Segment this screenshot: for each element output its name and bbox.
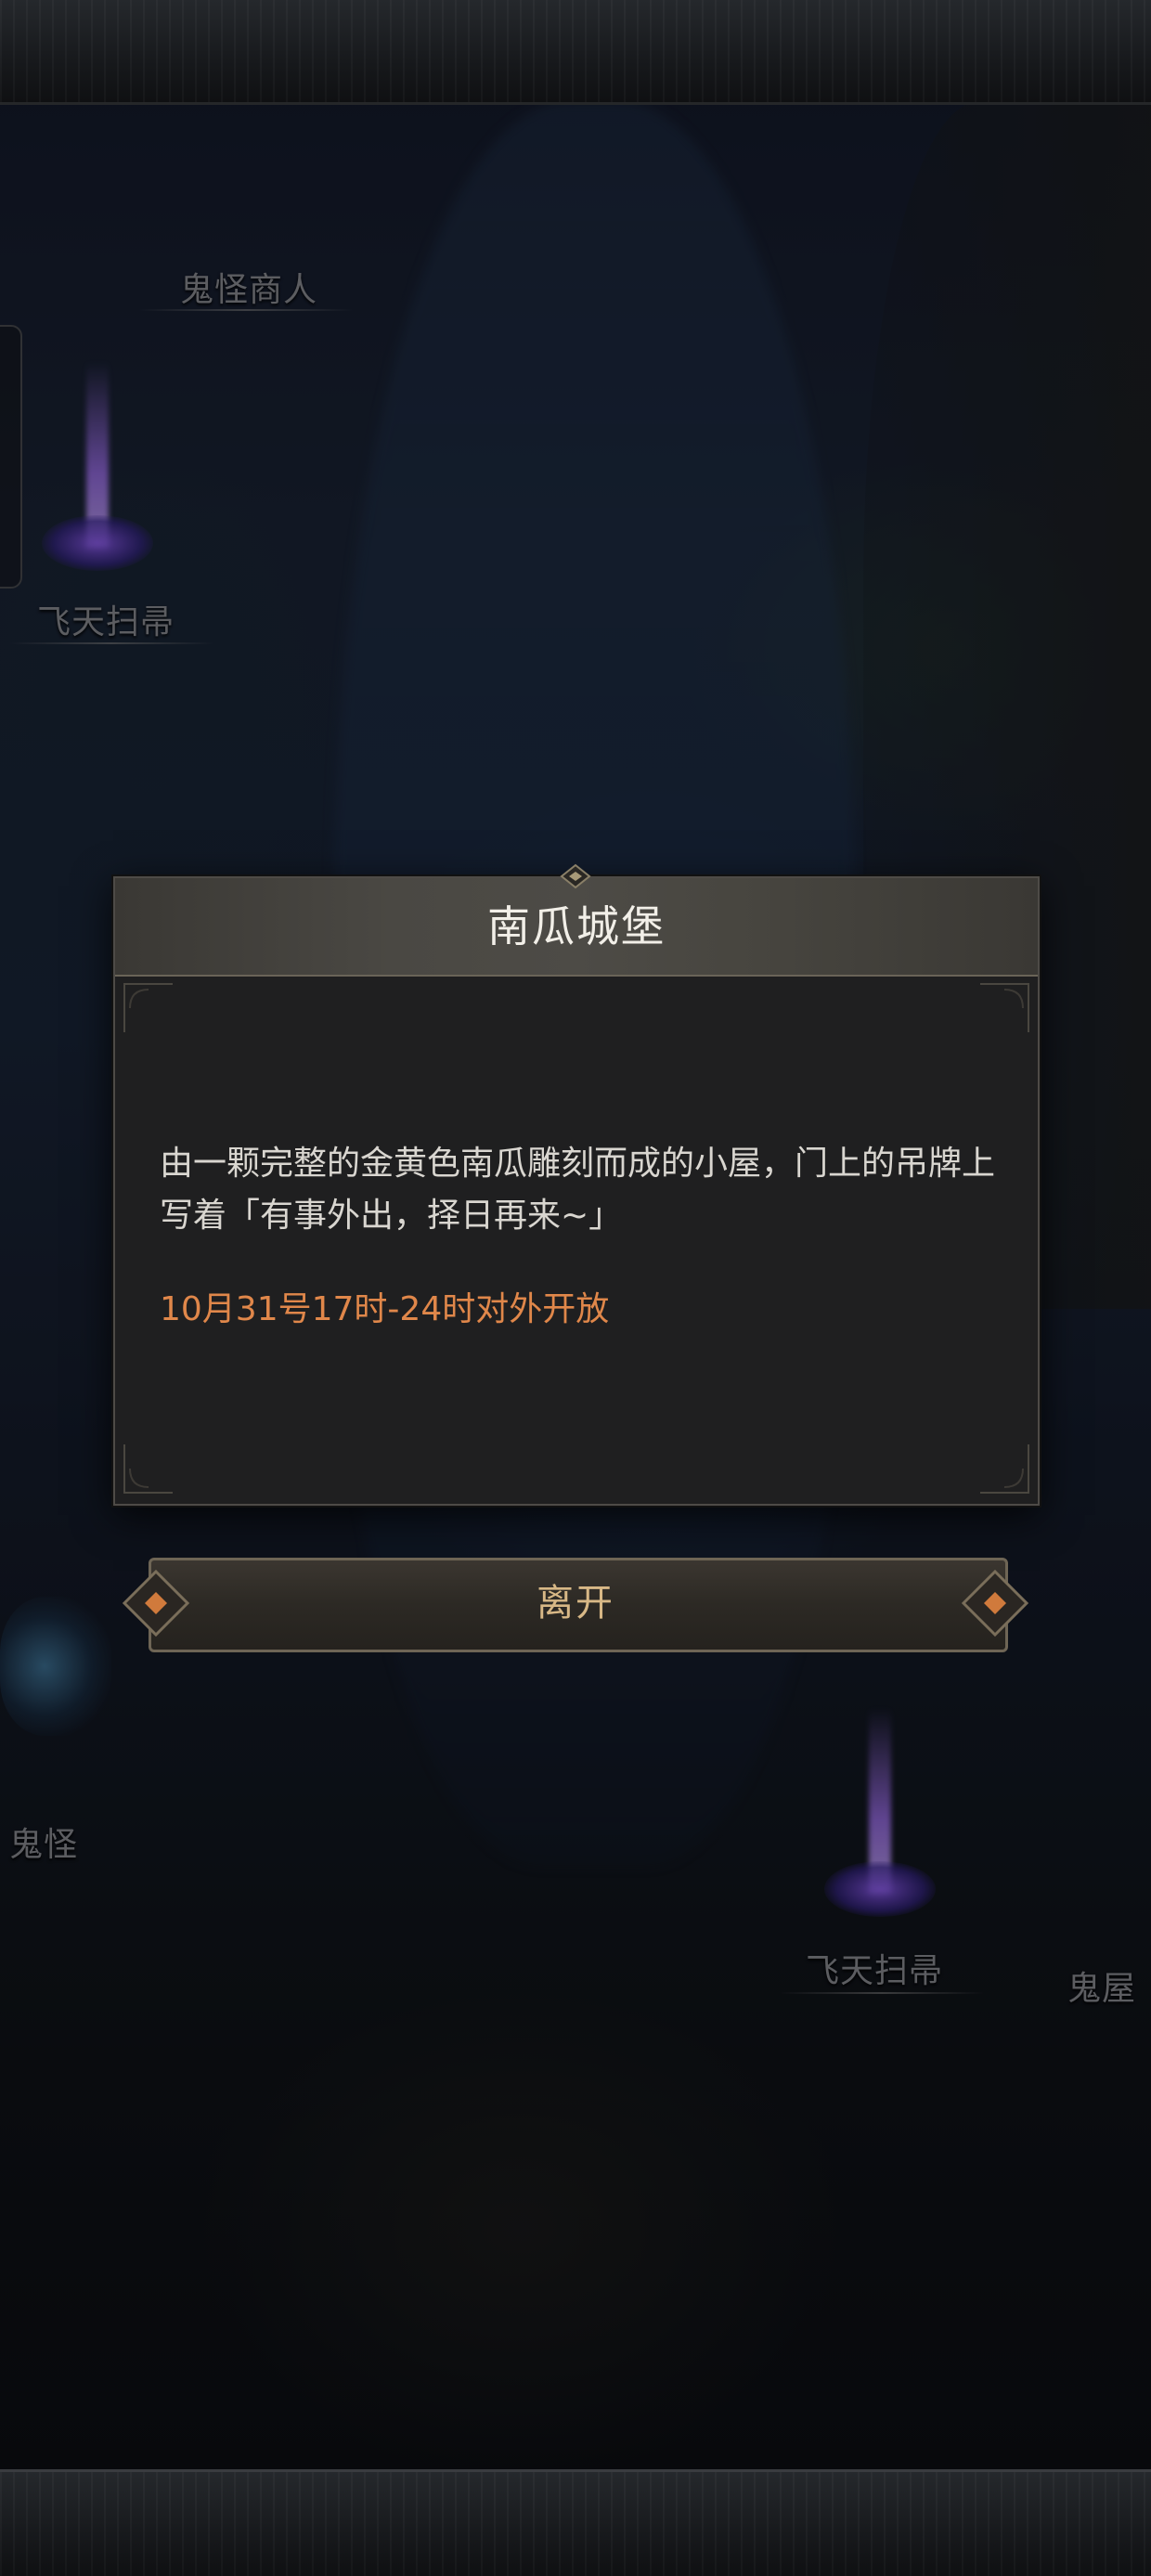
corner-flourish-icon [123, 983, 173, 1032]
dialog-header: 南瓜城堡 [115, 878, 1038, 977]
corner-flourish-icon [123, 1444, 173, 1494]
leave-button[interactable]: 离开 [121, 1552, 1030, 1654]
location-dialog: 南瓜城堡 由一颗完整的金黄色南瓜雕刻而成的小屋，门上的吊牌上写着「有事外出，择日… [113, 863, 1040, 1506]
top-frame-bar [0, 0, 1151, 105]
bottom-frame-bar [0, 2469, 1151, 2576]
dialog-title: 南瓜城堡 [487, 901, 666, 951]
corner-flourish-icon [980, 983, 1029, 1032]
opening-hours-notice: 10月31号17时-24时对外开放 [160, 1290, 610, 1328]
corner-flourish-icon [980, 1444, 1029, 1494]
diamond-ornament-icon [560, 863, 591, 889]
leave-button-label: 离开 [537, 1582, 614, 1625]
dialog-description: 由一颗完整的金黄色南瓜雕刻而成的小屋，门上的吊牌上写着「有事外出，择日再来~」 [160, 1145, 996, 1235]
